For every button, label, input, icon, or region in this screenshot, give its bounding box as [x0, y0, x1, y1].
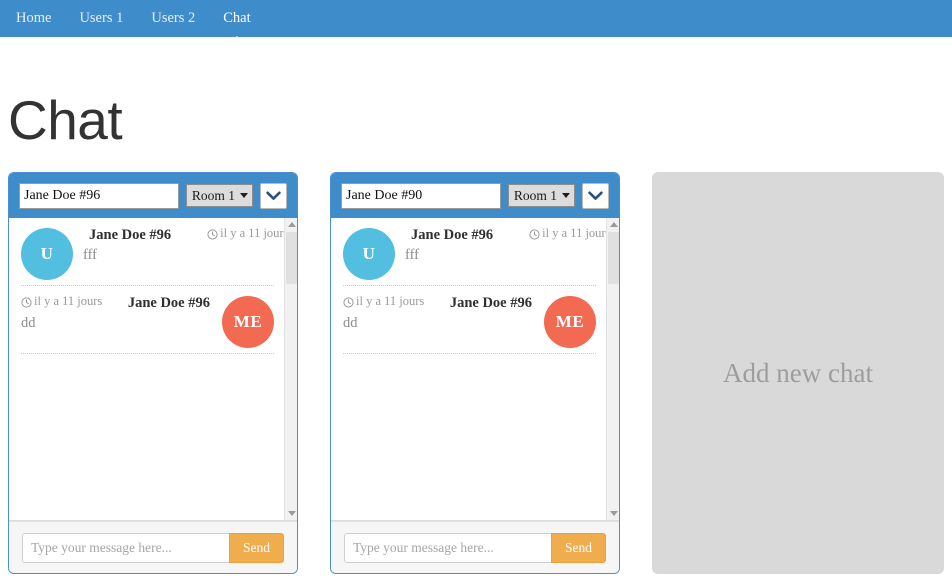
timestamp-text: il y a 11 jours — [220, 226, 284, 240]
triangle-down-icon — [609, 511, 618, 516]
message-scrollbar[interactable] — [284, 218, 297, 520]
triangle-down-icon — [562, 193, 570, 198]
triangle-down-icon — [240, 193, 248, 198]
nav-item-label: Home — [16, 10, 52, 26]
message-meta: Jane Doe #96 il y a 11 jours — [83, 226, 284, 244]
message-row: ME il y a 11 jours Jane Doe #96 dd — [343, 294, 596, 354]
nav-item-label: Chat — [223, 10, 251, 26]
message-timestamp: il y a 11 jours — [529, 226, 606, 241]
message-input[interactable] — [344, 532, 551, 563]
clock-icon — [207, 229, 218, 240]
message-body: Jane Doe #96 il y a 11 jours fff — [83, 226, 284, 264]
timestamp-text: il y a 11 jours — [34, 294, 103, 308]
main-navbar: Home Users 1 Users 2 Chat — [0, 0, 952, 45]
add-new-chat-label: Add new chat — [723, 357, 873, 388]
message-timestamp: il y a 11 jours — [21, 294, 102, 309]
send-button[interactable]: Send — [229, 532, 284, 563]
clock-icon — [21, 297, 32, 308]
collapse-chevron-button[interactable] — [260, 182, 287, 209]
avatar: U — [343, 228, 395, 280]
message-sender: Jane Doe #96 — [127, 295, 210, 311]
message-body: il y a 11 jours Jane Doe #96 dd — [21, 294, 212, 332]
active-tab-caret-icon — [227, 36, 246, 45]
message-sender: Jane Doe #96 — [449, 295, 532, 311]
room-select[interactable]: Room 1 — [507, 184, 575, 207]
avatar: ME — [222, 296, 274, 348]
message-list: U Jane Doe #96 il y a 11 jours fff ME il… — [331, 218, 619, 521]
room-select-label: Room 1 — [513, 187, 557, 203]
clock-icon — [529, 229, 540, 240]
message-body: il y a 11 jours Jane Doe #96 dd — [343, 294, 534, 332]
message-meta: Jane Doe #96 il y a 11 jours — [405, 226, 606, 244]
avatar: U — [21, 228, 73, 280]
message-list: U Jane Doe #96 il y a 11 jours fff ME il… — [9, 218, 297, 521]
chat-panel: Room 1 U Jane Doe #96 — [8, 172, 298, 574]
message-row: U Jane Doe #96 il y a 11 jours fff — [343, 226, 606, 286]
chat-panel-header: Room 1 — [331, 173, 619, 218]
chat-panel-footer: Send — [331, 521, 619, 573]
message-text: fff — [83, 247, 97, 263]
scroll-up-button[interactable] — [285, 218, 297, 231]
avatar: ME — [544, 296, 596, 348]
nav-item-chat[interactable]: Chat — [209, 0, 264, 45]
message-send-group: Send — [344, 532, 606, 563]
send-button[interactable]: Send — [551, 532, 606, 563]
scrollbar-thumb[interactable] — [286, 232, 297, 284]
scroll-down-button[interactable] — [285, 507, 297, 520]
triangle-up-icon — [287, 222, 296, 227]
message-sender: Jane Doe #96 — [411, 227, 494, 243]
username-input[interactable] — [19, 182, 179, 209]
message-row: U Jane Doe #96 il y a 11 jours fff — [21, 226, 284, 286]
scroll-up-button[interactable] — [607, 218, 619, 231]
nav-item-home[interactable]: Home — [0, 0, 65, 37]
message-scrollbar[interactable] — [606, 218, 619, 520]
room-select[interactable]: Room 1 — [185, 184, 253, 207]
page-title: Chat — [8, 89, 123, 151]
room-select-label: Room 1 — [191, 187, 235, 203]
message-sender: Jane Doe #96 — [89, 227, 172, 243]
nav-item-label: Users 2 — [151, 10, 196, 26]
message-input[interactable] — [22, 532, 229, 563]
scroll-down-button[interactable] — [607, 507, 619, 520]
scrollbar-thumb[interactable] — [608, 232, 619, 284]
message-text: dd — [21, 315, 36, 331]
message-text: dd — [343, 315, 358, 331]
chat-panel-header: Room 1 — [9, 173, 297, 218]
timestamp-text: il y a 11 jours — [542, 226, 606, 240]
chat-panel: Room 1 U Jane Doe #96 — [330, 172, 620, 574]
message-timestamp: il y a 11 jours — [207, 226, 284, 241]
message-meta: il y a 11 jours Jane Doe #96 — [21, 294, 212, 312]
message-timestamp: il y a 11 jours — [343, 294, 424, 309]
message-body: Jane Doe #96 il y a 11 jours fff — [405, 226, 606, 264]
message-text: fff — [405, 247, 419, 263]
message-meta: il y a 11 jours Jane Doe #96 — [343, 294, 534, 312]
chevron-down-icon — [266, 191, 281, 200]
message-send-group: Send — [22, 532, 284, 563]
username-input[interactable] — [341, 182, 501, 209]
message-scroll-region: U Jane Doe #96 il y a 11 jours fff ME il… — [9, 218, 284, 520]
message-row: ME il y a 11 jours Jane Doe #96 dd — [21, 294, 274, 354]
clock-icon — [343, 297, 354, 308]
collapse-chevron-button[interactable] — [582, 182, 609, 209]
chat-panel-footer: Send — [9, 521, 297, 573]
nav-item-label: Users 1 — [79, 10, 124, 26]
chevron-down-icon — [588, 191, 603, 200]
triangle-up-icon — [609, 222, 618, 227]
message-scroll-region: U Jane Doe #96 il y a 11 jours fff ME il… — [331, 218, 606, 520]
triangle-down-icon — [287, 511, 296, 516]
nav-item-users-1[interactable]: Users 1 — [65, 0, 137, 37]
timestamp-text: il y a 11 jours — [356, 294, 425, 308]
nav-item-users-2[interactable]: Users 2 — [137, 0, 209, 37]
add-new-chat-panel[interactable]: Add new chat — [652, 172, 944, 574]
